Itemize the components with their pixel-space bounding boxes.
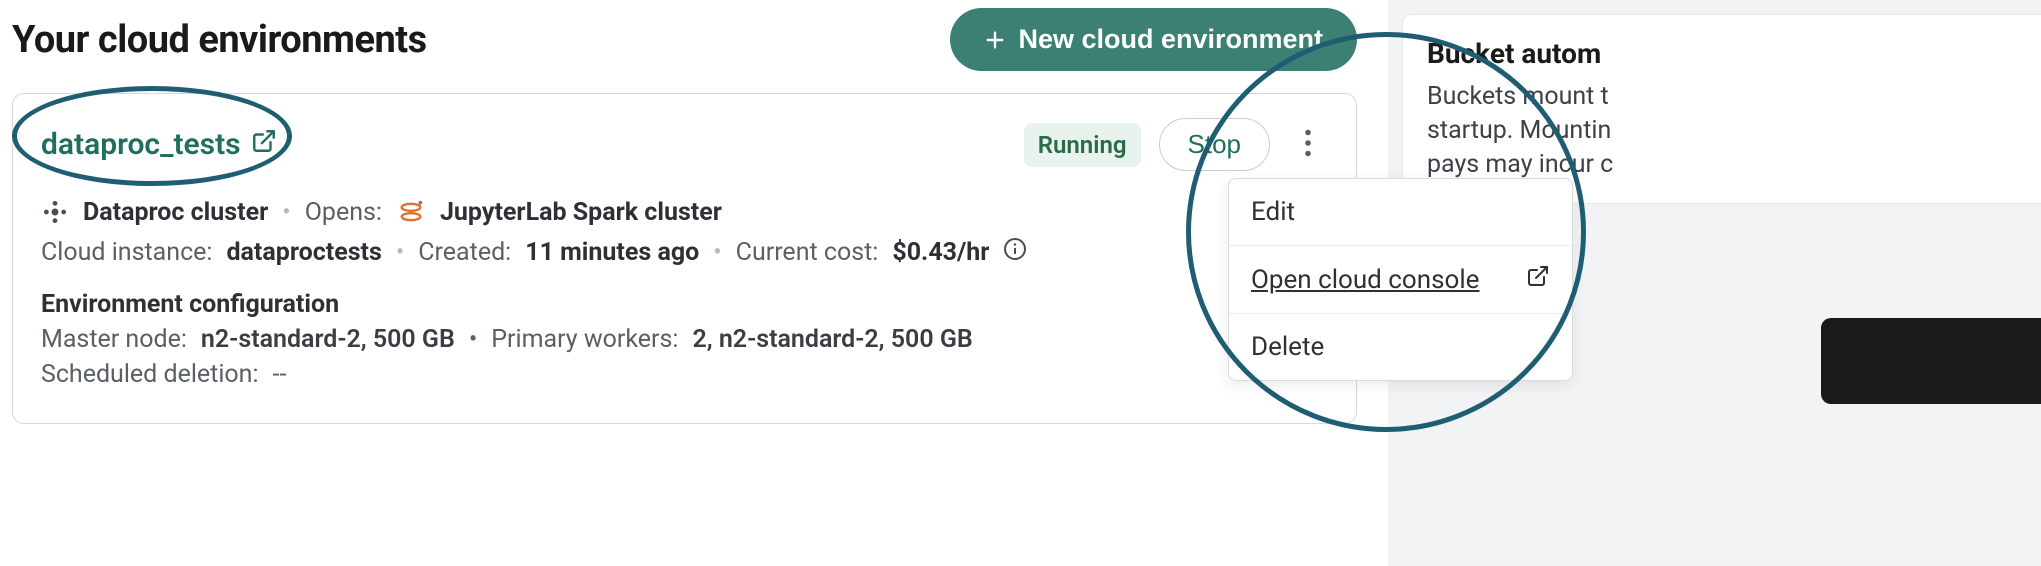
page-title: Your cloud environments [12, 18, 427, 62]
cost-prefix: Current cost: [736, 238, 879, 267]
menu-item-edit-label: Edit [1251, 197, 1295, 227]
sidebar-dark-panel [1821, 318, 2041, 404]
config-line: Master node: n2-standard-2, 500 GB • Pri… [41, 325, 1328, 354]
sidebar-title: Bucket autom [1427, 37, 2041, 70]
scheduled-deletion-line: Scheduled deletion: -- [41, 360, 1328, 389]
new-cloud-env-label: New cloud environment [1018, 24, 1323, 55]
config-heading: Environment configuration [41, 290, 1328, 319]
more-actions-menu: Edit Open cloud console Delete [1228, 178, 1573, 381]
opens-prefix: Opens: [305, 198, 382, 227]
env-instance-line: Cloud instance: dataproctests • Created:… [41, 237, 1328, 268]
sched-prefix: Scheduled deletion: [41, 360, 259, 389]
sidebar-body-2: startup. Mountin [1427, 114, 2041, 148]
opens-target: JupyterLab Spark cluster [440, 198, 722, 227]
environment-name: dataproc_tests [41, 127, 241, 162]
external-link-icon [251, 127, 277, 162]
menu-item-edit[interactable]: Edit [1229, 179, 1572, 246]
cluster-icon [41, 198, 69, 226]
environment-card: dataproc_tests Running Stop [12, 93, 1357, 424]
created-prefix: Created: [418, 238, 511, 267]
workers-prefix: Primary workers: [491, 325, 678, 354]
separator-dot: • [282, 198, 290, 227]
master-prefix: Master node: [41, 325, 187, 354]
stop-button[interactable]: Stop [1159, 118, 1271, 171]
environment-open-link[interactable]: dataproc_tests [41, 127, 277, 162]
menu-item-delete[interactable]: Delete [1229, 314, 1572, 380]
plus-icon [984, 29, 1006, 51]
cost-value: $0.43/hr [892, 238, 989, 267]
info-icon[interactable] [1003, 237, 1027, 268]
status-badge: Running [1024, 123, 1141, 167]
sidebar-card: Bucket autom Buckets mount t startup. Mo… [1402, 14, 2041, 204]
card-actions: Running Stop [1024, 118, 1328, 171]
kebab-icon [1304, 129, 1312, 160]
separator-dot: • [713, 238, 721, 267]
main-column: Your cloud environments New cloud enviro… [12, 0, 1357, 424]
sidebar-body-1: Buckets mount t [1427, 80, 2041, 114]
env-type-label: Dataproc cluster [83, 198, 268, 227]
instance-prefix: Cloud instance: [41, 238, 212, 267]
workers-value: 2, n2-standard-2, 500 GB [692, 325, 972, 354]
card-top-row: dataproc_tests Running Stop [41, 118, 1328, 171]
master-value: n2-standard-2, 500 GB [201, 325, 455, 354]
menu-item-open-console-label: Open cloud console [1251, 265, 1479, 295]
external-link-icon [1526, 264, 1550, 295]
instance-name: dataproctests [226, 238, 381, 267]
separator-dot: • [469, 325, 477, 354]
sched-value: -- [273, 360, 287, 389]
jupyter-icon [396, 197, 426, 227]
menu-item-open-console[interactable]: Open cloud console [1229, 246, 1572, 314]
new-cloud-env-button[interactable]: New cloud environment [950, 8, 1357, 71]
header-row: Your cloud environments New cloud enviro… [12, 0, 1357, 93]
created-value: 11 minutes ago [525, 238, 699, 267]
sidebar-body-3: pays may incur c [1427, 148, 2041, 182]
env-type-line: Dataproc cluster • Opens: JupyterLab Spa… [41, 197, 1328, 227]
more-actions-button[interactable] [1288, 125, 1328, 165]
menu-item-delete-label: Delete [1251, 332, 1324, 362]
separator-dot: • [396, 238, 404, 267]
